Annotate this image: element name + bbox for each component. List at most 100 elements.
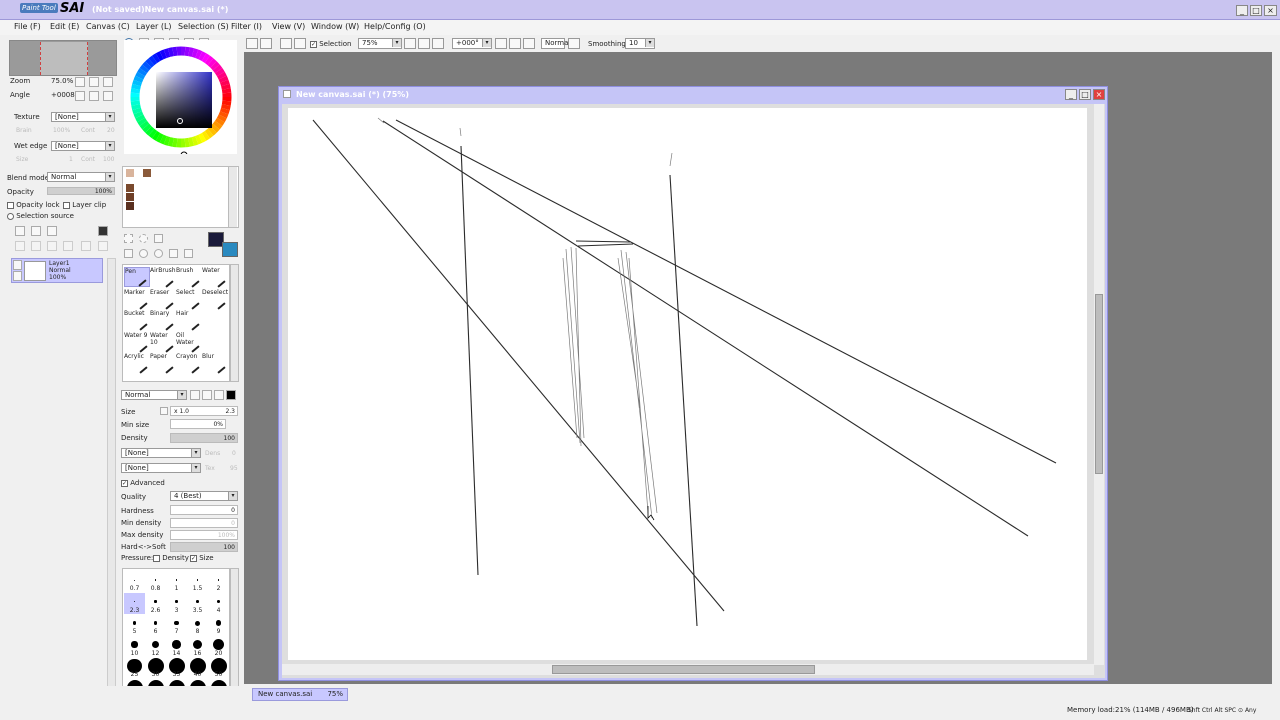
navigator-viewport[interactable] — [40, 42, 88, 75]
copy-layer-icon[interactable] — [15, 241, 25, 251]
canvas-horizontal-scrollbar[interactable] — [282, 664, 1094, 675]
angle-select[interactable]: +000° ▾ — [452, 38, 492, 49]
advanced-row[interactable]: ✓ Advanced — [121, 479, 165, 487]
brush-mode-select[interactable]: Normal ▾ — [121, 390, 187, 400]
swatch-grid[interactable] — [122, 166, 239, 228]
size-preset[interactable]: 20 — [208, 636, 229, 657]
rotate-right-icon[interactable] — [89, 91, 99, 101]
tool-acrylic[interactable]: Acrylic — [124, 353, 150, 374]
size-slider[interactable]: x 1.0 2.3 — [170, 406, 238, 416]
canvas-maximize-button[interactable]: □ — [1079, 89, 1091, 100]
size-preset[interactable]: 2.6 — [145, 593, 166, 614]
selection-checkbox[interactable]: ✓ — [310, 40, 317, 48]
zoom-out-icon[interactable] — [75, 77, 85, 87]
secondary-color[interactable] — [222, 242, 238, 257]
rect-select-icon[interactable] — [124, 234, 133, 243]
swatch-scrollbar[interactable] — [228, 167, 237, 227]
color-wheel-area[interactable] — [124, 40, 237, 159]
new-folder-icon[interactable] — [47, 226, 57, 236]
size-preset[interactable]: 4 — [208, 593, 229, 614]
tool-eraser[interactable]: Eraser — [150, 289, 176, 310]
magic-wand-icon[interactable] — [154, 234, 163, 243]
tool-crayon[interactable]: Crayon — [176, 353, 202, 374]
hardness-slider[interactable]: 0 — [170, 505, 238, 515]
hue-picker[interactable] — [180, 151, 188, 159]
wet-edge-select[interactable]: [None] ▾ — [51, 141, 115, 151]
size-preset[interactable]: 8 — [187, 614, 208, 635]
size-preset[interactable]: 7 — [166, 614, 187, 635]
tool-hair[interactable]: Hair — [176, 310, 202, 331]
size-preset[interactable]: 40 — [187, 657, 208, 678]
menu-filter[interactable]: Filter (I) — [231, 22, 262, 31]
menu-canvas[interactable]: Canvas (C) — [86, 22, 130, 31]
maximize-button[interactable]: □ — [1250, 5, 1262, 16]
selection-toggle[interactable]: ✓ Selection — [310, 40, 352, 48]
menu-edit[interactable]: Edit (E) — [50, 22, 79, 31]
color-wheel[interactable] — [124, 40, 237, 159]
merge-layer-icon[interactable] — [31, 241, 41, 251]
layer-clip-checkbox[interactable] — [63, 201, 70, 209]
size-preset[interactable]: 14 — [166, 636, 187, 657]
advanced-checkbox[interactable]: ✓ — [121, 479, 128, 487]
eye-icon[interactable] — [13, 260, 22, 270]
zoom-in-icon[interactable] — [89, 77, 99, 87]
canvas-minimize-button[interactable]: _ — [1065, 89, 1077, 100]
opacity-lock-checkbox[interactable] — [7, 201, 14, 209]
move-icon[interactable] — [124, 249, 133, 258]
stabilizer-icon[interactable] — [568, 38, 580, 49]
tip-shape-2-icon[interactable] — [202, 390, 212, 400]
navigator-preview[interactable] — [9, 40, 117, 76]
tool-empty[interactable] — [202, 310, 228, 330]
opacity-lock-row[interactable]: Opacity lock — [7, 201, 60, 209]
smoothing-select[interactable]: 10 ▾ — [625, 38, 655, 49]
tool-water[interactable]: Water — [202, 267, 228, 288]
tool-marker[interactable]: Marker — [124, 289, 150, 310]
pressure-density-row[interactable]: Density — [153, 554, 189, 562]
max-density-slider[interactable]: 100% — [170, 530, 238, 540]
toolbar-rotate-reset-icon[interactable] — [523, 38, 535, 49]
color-swatch[interactable] — [126, 202, 134, 210]
tip-shape-4-icon[interactable] — [226, 390, 236, 400]
brush-texture-select[interactable]: [None] ▾ — [121, 463, 201, 473]
tool-brush[interactable]: Brush — [176, 267, 202, 288]
min-density-slider[interactable]: 0 — [170, 518, 238, 528]
size-preset[interactable]: 3.5 — [187, 593, 208, 614]
rotate-tool-icon[interactable] — [154, 249, 163, 258]
tip-shape-1-icon[interactable] — [190, 390, 200, 400]
invert-selection-icon[interactable] — [294, 38, 306, 49]
tip-shape-3-icon[interactable] — [214, 390, 224, 400]
eyedropper-icon[interactable] — [184, 249, 193, 258]
horizontal-scroll-thumb[interactable] — [552, 665, 815, 674]
size-preset[interactable]: 1.5 — [187, 571, 208, 592]
size-preset[interactable]: 25 — [124, 657, 145, 678]
pressure-density-checkbox[interactable] — [153, 554, 160, 562]
deselect-icon[interactable] — [280, 38, 292, 49]
drawing-canvas[interactable] — [288, 108, 1087, 660]
size-preset[interactable]: 2 — [208, 571, 229, 592]
pressure-size-row[interactable]: ✓ Size — [190, 554, 214, 562]
opacity-slider[interactable]: 100% — [47, 187, 115, 195]
size-grid-scrollbar[interactable] — [230, 568, 239, 700]
tool-pen[interactable]: Pen — [124, 267, 150, 287]
min-size-slider[interactable]: 0% — [170, 419, 226, 429]
rotate-reset-icon[interactable] — [103, 91, 113, 101]
transfer-down-icon[interactable] — [81, 241, 91, 251]
lasso-icon[interactable] — [139, 234, 148, 243]
brush-shape-select[interactable]: [None] ▾ — [121, 448, 201, 458]
tool-scrollbar[interactable] — [230, 264, 239, 382]
layer-row[interactable]: Layer1 Normal 100% — [11, 258, 103, 283]
hard-soft-slider[interactable]: 100 — [170, 542, 238, 552]
new-layer-icon[interactable] — [15, 226, 25, 236]
tool-water-9[interactable]: Water 9 — [124, 332, 150, 353]
menu-help[interactable]: Help/Config (O) — [364, 22, 426, 31]
document-tab[interactable]: New canvas.sai 75% — [252, 688, 348, 701]
canvas-vertical-scrollbar[interactable] — [1094, 104, 1104, 665]
size-preset[interactable]: 30 — [145, 657, 166, 678]
hand-tool-icon[interactable] — [169, 249, 178, 258]
tool-water-10[interactable]: Water 10 — [150, 332, 176, 353]
blend-mode-select[interactable]: Normal ▾ — [47, 172, 115, 182]
zoom-select[interactable]: 75% ▾ — [358, 38, 402, 49]
color-swatch[interactable] — [126, 169, 134, 177]
layer-mask-icon[interactable] — [98, 226, 108, 236]
toolbar-zoom-reset-icon[interactable] — [432, 38, 444, 49]
